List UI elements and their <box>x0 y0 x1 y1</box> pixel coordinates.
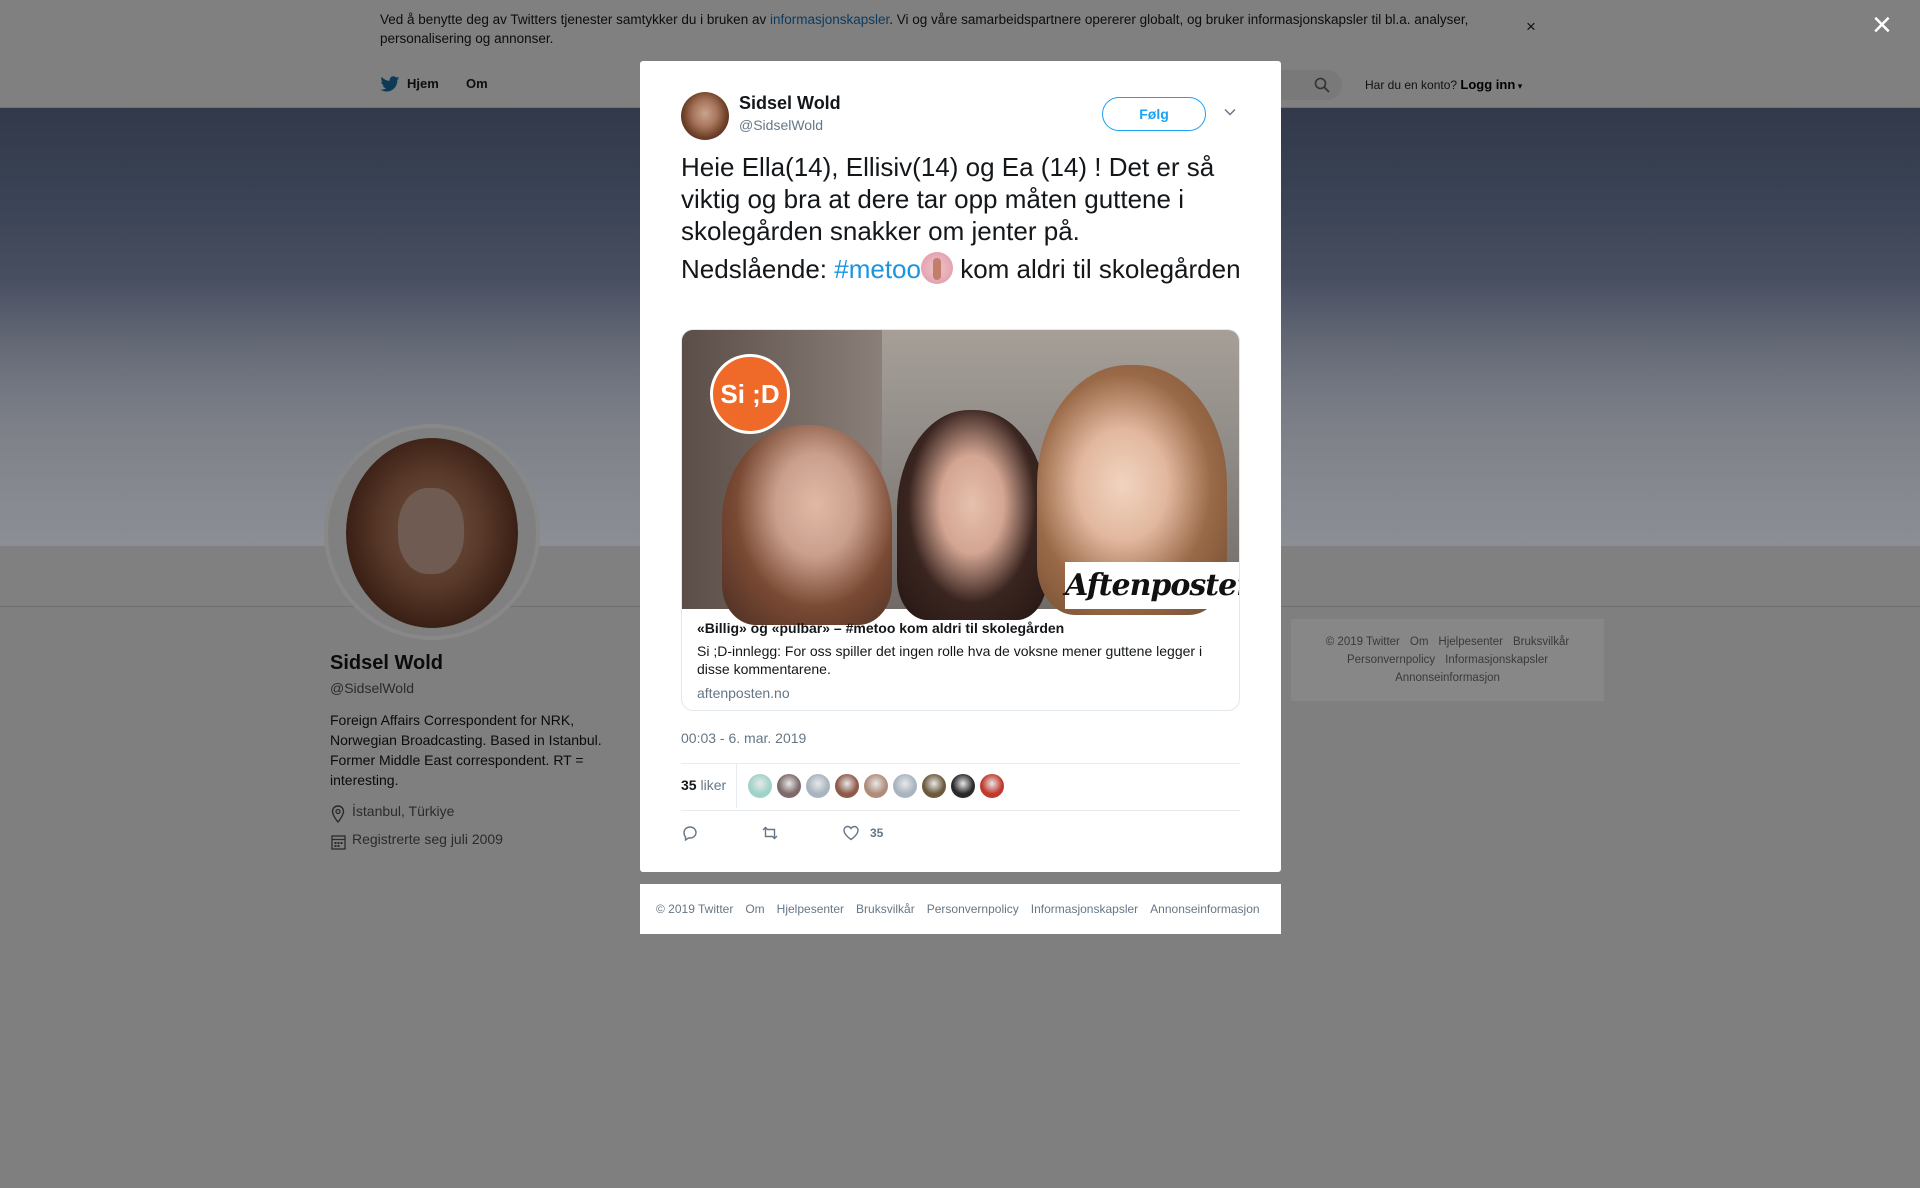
reply-icon[interactable] <box>681 824 699 842</box>
tweet-timestamp[interactable]: 00:03 - 6. mar. 2019 <box>681 730 806 746</box>
footer-ads-link[interactable]: Annonseinformasjon <box>1150 902 1259 916</box>
avatar-face <box>398 488 464 574</box>
cookie-banner: Ved å benytte deg av Twitters tjenester … <box>0 0 1920 61</box>
cookie-text-before: Ved å benytte deg av Twitters tjenester … <box>380 12 770 27</box>
likes-number: 35 <box>681 777 697 793</box>
cookie-close-button[interactable]: × <box>1526 17 1536 36</box>
heart-icon[interactable] <box>842 824 860 842</box>
liker-avatar[interactable] <box>806 774 830 798</box>
chevron-down-icon[interactable] <box>1223 105 1237 119</box>
tweet-text-paragraph-2: Nedslående: #metoo kom aldri til skolegå… <box>681 252 1246 285</box>
footer-about-link[interactable]: Om <box>1410 636 1429 648</box>
chevron-down-icon[interactable]: ▾ <box>1515 81 1523 91</box>
liker-avatar[interactable] <box>893 774 917 798</box>
nav-about[interactable]: Om <box>466 76 488 91</box>
follow-button[interactable]: Følg <box>1102 97 1206 131</box>
login-link[interactable]: Logg inn <box>1460 77 1515 92</box>
tweet-author-avatar[interactable] <box>681 92 729 140</box>
footer-terms-link[interactable]: Bruksvilkår <box>856 902 915 916</box>
profile-bio: Foreign Affairs Correspondent for NRK, N… <box>330 712 602 788</box>
card-image[interactable]: Si ;D Aftenposten <box>682 330 1239 625</box>
liker-avatar[interactable] <box>864 774 888 798</box>
footer-help-link[interactable]: Hjelpesenter <box>1438 636 1503 648</box>
footer-copyright: © 2019 Twitter <box>656 902 734 916</box>
card-person-middle <box>897 410 1047 620</box>
card-person-left <box>722 425 892 625</box>
tweet-modal: Sidsel Wold @SidselWold Følg Heie Ella(1… <box>640 61 1281 872</box>
hashtag-link[interactable]: #metoo <box>834 254 921 284</box>
link-preview-card[interactable]: Si ;D Aftenposten «Billig» og «pulbar» –… <box>681 329 1240 711</box>
footer-about-link[interactable]: Om <box>745 902 764 916</box>
footer-copyright: © 2019 Twitter <box>1325 636 1400 648</box>
cookie-policy-link[interactable]: informasjonskapsler <box>770 12 889 27</box>
divider <box>681 763 1240 764</box>
liker-avatar[interactable] <box>951 774 975 798</box>
metoo-emoji-icon <box>920 252 953 284</box>
tweet-text-before-hashtag: Nedslående: <box>681 254 835 284</box>
profile-location: İstanbul, Türkiye <box>352 803 455 819</box>
tweet-author-name[interactable]: Sidsel Wold <box>739 93 841 114</box>
likes-label: liker <box>700 777 727 793</box>
location-pin-icon <box>331 805 345 823</box>
account-prompt: Har du en konto? Logg inn ▾ <box>1365 77 1522 92</box>
liker-avatar[interactable] <box>980 774 1004 798</box>
twitter-bird-icon[interactable] <box>380 76 400 93</box>
profile-name[interactable]: Sidsel Wold <box>330 652 443 675</box>
modal-footer: © 2019 Twitter Om Hjelpesenter Bruksvilkår P… <box>640 884 1281 934</box>
tweet-text-after-hashtag: kom aldri til skolegården <box>952 254 1241 284</box>
modal-close-button[interactable]: × <box>1872 8 1892 42</box>
liker-avatar[interactable] <box>922 774 946 798</box>
retweet-icon[interactable] <box>761 824 779 842</box>
like-action-count: 35 <box>870 826 884 840</box>
aftenposten-logo: Aftenposten <box>1065 562 1239 609</box>
footer-privacy-link[interactable]: Personvernpolicy <box>1347 654 1435 666</box>
divider <box>681 810 1240 811</box>
tweet-text: Heie Ella(14), Ellisiv(14) og Ea (14) ! … <box>681 151 1246 290</box>
profile-joined: Registrerte seg juli 2009 <box>352 831 503 847</box>
footer-ads-link[interactable]: Annonseinformasjon <box>1395 672 1500 684</box>
liker-avatar[interactable] <box>777 774 801 798</box>
sidebar-footer: © 2019 Twitter Om Hjelpesenter Bruksvilkår … <box>1291 619 1604 701</box>
account-question: Har du en konto? <box>1365 78 1458 92</box>
likers-avatars <box>748 774 1009 798</box>
footer-privacy-link[interactable]: Personvernpolicy <box>927 902 1019 916</box>
sidebar-footer-links: © 2019 Twitter Om Hjelpesenter Bruksvilkår … <box>1291 619 1604 687</box>
card-title[interactable]: «Billig» og «pulbar» – #metoo kom aldri … <box>697 620 1064 636</box>
likes-separator <box>736 764 737 808</box>
footer-terms-link[interactable]: Bruksvilkår <box>1513 636 1569 648</box>
liker-avatar[interactable] <box>748 774 772 798</box>
footer-help-link[interactable]: Hjelpesenter <box>777 902 844 916</box>
cookie-text: Ved å benytte deg av Twitters tjenester … <box>380 10 1510 48</box>
search-icon[interactable] <box>1314 77 1330 93</box>
sid-logo: Si ;D <box>710 354 790 434</box>
footer-cookies-link[interactable]: Informasjonskapsler <box>1445 654 1548 666</box>
footer-cookies-link[interactable]: Informasjonskapsler <box>1031 902 1138 916</box>
liker-avatar[interactable] <box>835 774 859 798</box>
tweet-text-paragraph-1: Heie Ella(14), Ellisiv(14) og Ea (14) ! … <box>681 152 1215 246</box>
profile-handle[interactable]: @SidselWold <box>330 680 414 696</box>
calendar-icon <box>331 835 346 850</box>
nav-home[interactable]: Hjem <box>407 76 439 91</box>
tweet-author-handle[interactable]: @SidselWold <box>739 117 823 133</box>
likes-count[interactable]: 35 liker <box>681 777 726 793</box>
card-domain: aftenposten.no <box>697 685 790 701</box>
profile-avatar[interactable] <box>324 424 540 640</box>
card-description: Si ;D-innlegg: For oss spiller det ingen… <box>697 643 1203 677</box>
